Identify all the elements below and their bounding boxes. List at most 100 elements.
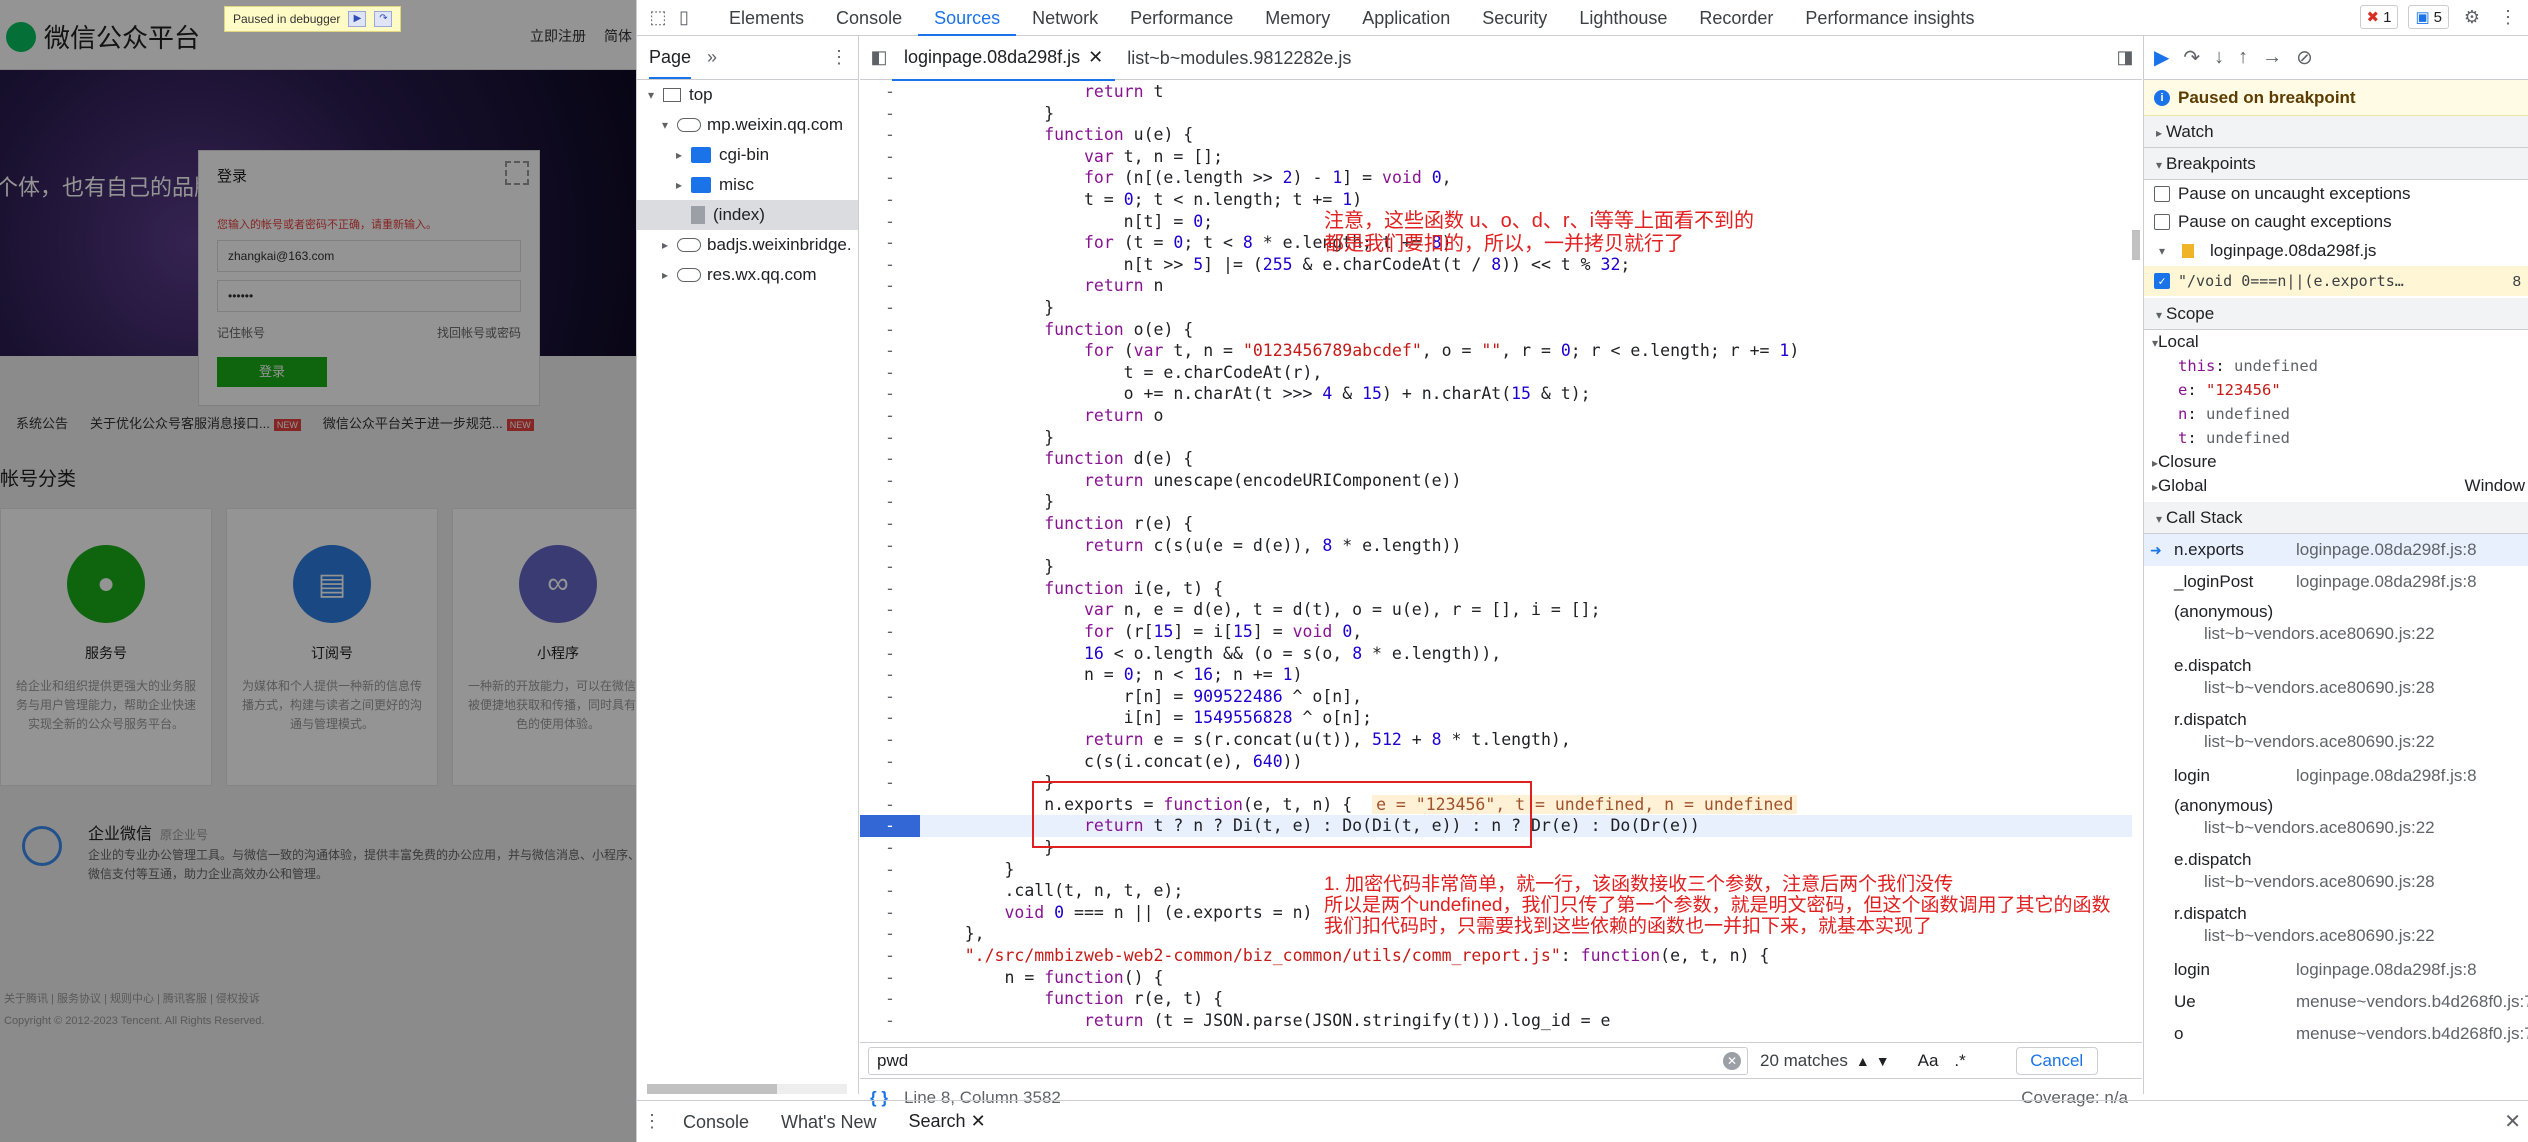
- issues-badge[interactable]: ✖ 1: [2359, 5, 2399, 29]
- register-link[interactable]: 立即注册: [530, 26, 586, 46]
- tab-memory[interactable]: Memory: [1249, 0, 1346, 36]
- code-line[interactable]: - }: [860, 297, 2132, 319]
- call-frame[interactable]: _loginPost loginpage.08da298f.js:8: [2144, 566, 2528, 598]
- tab-console[interactable]: Console: [820, 0, 918, 36]
- navigator-scrollbar[interactable]: [647, 1084, 847, 1094]
- card-service[interactable]: ● 服务号 给企业和组织提供更强大的业务服务与用户管理能力，帮助企业快速实现全新…: [0, 508, 212, 786]
- code-line[interactable]: - return t: [860, 81, 2132, 103]
- navigator-menu-icon[interactable]: ⋮: [830, 47, 848, 68]
- pause-uncaught-checkbox[interactable]: Pause on uncaught exceptions: [2144, 180, 2528, 208]
- tree-item[interactable]: ▾ mp.weixin.qq.com: [637, 110, 858, 140]
- code-line[interactable]: - return c(s(u(e = d(e)), 8 * e.length)): [860, 535, 2132, 557]
- code-view[interactable]: - return t - } - function u(e) {- var t, n…: [860, 80, 2142, 1042]
- tab-lighthouse[interactable]: Lighthouse: [1563, 0, 1683, 36]
- code-line[interactable]: - "./src/mmbizweb-web2-common/biz_common…: [860, 945, 2132, 967]
- scope-variable[interactable]: n: undefined: [2144, 402, 2528, 426]
- step-out-icon[interactable]: ↑: [2238, 46, 2248, 69]
- call-frame[interactable]: ➜ n.exports loginpage.08da298f.js:8: [2144, 534, 2528, 566]
- footer-links[interactable]: 关于腾讯 | 服务协议 | 规则中心 | 腾讯客服 | 侵权投诉: [4, 988, 264, 1010]
- pause-caught-checkbox[interactable]: Pause on caught exceptions: [2144, 208, 2528, 236]
- tree-item[interactable]: ▸ cgi-bin: [637, 140, 858, 170]
- next-match-icon[interactable]: ▼: [1876, 1053, 1890, 1069]
- breakpoints-section[interactable]: ▾ Breakpoints: [2144, 148, 2528, 180]
- tree-item[interactable]: ▸ badjs.weixinbridge.: [637, 230, 858, 260]
- code-line[interactable]: - return n: [860, 275, 2132, 297]
- tab-page[interactable]: Page: [649, 37, 692, 79]
- search-input[interactable]: pwd ✕: [868, 1046, 1748, 1075]
- scope-variable[interactable]: t: undefined: [2144, 426, 2528, 450]
- account-field[interactable]: zhangkai@163.com: [217, 240, 521, 272]
- call-frame[interactable]: e.dispatch list~b~vendors.ace80690.js:28: [2144, 652, 2528, 706]
- code-line[interactable]: - }: [860, 427, 2132, 449]
- code-line[interactable]: - c(s(i.concat(e), 640)): [860, 751, 2132, 773]
- code-line[interactable]: - function u(e) {: [860, 124, 2132, 146]
- login-button[interactable]: 登录: [217, 357, 327, 387]
- card-miniprogram[interactable]: ∞ 小程序 一种新的开放能力，可以在微信内被便捷地获取和传播，同时具有出色的使用…: [452, 508, 636, 786]
- code-line[interactable]: - function i(e, t) {: [860, 578, 2132, 600]
- regex-toggle[interactable]: .*: [1954, 1051, 1965, 1071]
- messages-badge[interactable]: ▣ 5: [2408, 5, 2449, 29]
- code-line[interactable]: - t = e.charCodeAt(r),: [860, 362, 2132, 384]
- call-frame[interactable]: r.dispatch list~b~vendors.ace80690.js:22: [2144, 900, 2528, 954]
- code-line[interactable]: - i[n] = 1549556828 ^ o[n];: [860, 707, 2132, 729]
- step-over-icon[interactable]: ↷: [374, 11, 393, 27]
- code-line[interactable]: - return o: [860, 405, 2132, 427]
- code-line[interactable]: - r[n] = 909522486 ^ o[n],: [860, 686, 2132, 708]
- settings-gear-icon[interactable]: ⚙: [2459, 4, 2485, 30]
- step-into-icon[interactable]: ↓: [2214, 46, 2224, 69]
- call-frame[interactable]: e.dispatch list~b~vendors.ace80690.js:28: [2144, 846, 2528, 900]
- call-frame[interactable]: o menuse~vendors.b4d268f0.js:7: [2144, 1018, 2528, 1050]
- code-line[interactable]: - n = function() {: [860, 967, 2132, 989]
- device-toolbar-icon[interactable]: ▯: [671, 5, 697, 31]
- tab-performance-insights[interactable]: Performance insights: [1789, 0, 1990, 36]
- scope-variable[interactable]: e: "123456": [2144, 378, 2528, 402]
- call-frame[interactable]: Ue menuse~vendors.b4d268f0.js:7: [2144, 986, 2528, 1018]
- card-subscription[interactable]: ▤ 订阅号 为媒体和个人提供一种新的信息传播方式，构建与读者之间更好的沟通与管理…: [226, 508, 438, 786]
- cancel-search-button[interactable]: Cancel: [2015, 1046, 2098, 1075]
- code-line[interactable]: - t = 0; t < n.length; t += 1): [860, 189, 2132, 211]
- code-line[interactable]: - n = 0; n < 16; n += 1): [860, 664, 2132, 686]
- site-logo[interactable]: 微信公众平台: [6, 18, 200, 55]
- drawer-tab-search[interactable]: Search ✕: [892, 1100, 1002, 1142]
- password-field[interactable]: ••••••: [217, 280, 521, 312]
- resume-icon[interactable]: ▶: [2154, 45, 2169, 70]
- clear-search-icon[interactable]: ✕: [1723, 1051, 1741, 1070]
- remember-checkbox[interactable]: 记住帐号: [217, 324, 265, 341]
- editor-tab-list-modules[interactable]: list~b~modules.9812282e.js: [1115, 36, 1363, 80]
- toggle-debugger-icon[interactable]: ◨: [2112, 45, 2138, 71]
- tab-sources[interactable]: Sources: [918, 0, 1017, 36]
- forgot-link[interactable]: 找回帐号或密码: [437, 324, 521, 341]
- editor-tab-loginpage[interactable]: loginpage.08da298f.js ✕: [892, 35, 1116, 81]
- call-frame[interactable]: r.dispatch list~b~vendors.ace80690.js:22: [2144, 706, 2528, 760]
- scope-variable[interactable]: this: undefined: [2144, 354, 2528, 378]
- code-line[interactable]: - function r(e) {: [860, 513, 2132, 535]
- drawer-tab-whats-new[interactable]: What's New: [765, 1101, 892, 1142]
- watch-section[interactable]: ▸ Watch: [2144, 116, 2528, 148]
- code-line[interactable]: - var n, e = d(e), t = d(t), o = u(e), r…: [860, 599, 2132, 621]
- code-line[interactable]: - for (var t, n = "0123456789abcdef", o …: [860, 340, 2132, 362]
- code-line[interactable]: - function o(e) {: [860, 319, 2132, 341]
- code-line[interactable]: - var t, n = [];: [860, 146, 2132, 168]
- call-stack-section[interactable]: ▾ Call Stack: [2144, 502, 2528, 534]
- step-icon[interactable]: →: [2262, 46, 2282, 69]
- code-line[interactable]: - return (t = JSON.parse(JSON.stringify(…: [860, 1010, 2132, 1032]
- code-line[interactable]: - 16 < o.length && (o = s(o, 8 * e.lengt…: [860, 643, 2132, 665]
- tab-elements[interactable]: Elements: [713, 0, 820, 36]
- code-line[interactable]: - return e = s(r.concat(u(t)), 512 + 8 *…: [860, 729, 2132, 751]
- code-line[interactable]: - for (n[(e.length >> 2) - 1] = void 0,: [860, 167, 2132, 189]
- tab-security[interactable]: Security: [1466, 0, 1563, 36]
- more-menu-icon[interactable]: ⋮: [2495, 4, 2521, 30]
- code-line[interactable]: - o += n.charAt(t >>> 4 & 15) + n.charAt…: [860, 383, 2132, 405]
- global-scope[interactable]: ▸Global Window: [2144, 474, 2528, 498]
- scope-section[interactable]: ▾ Scope: [2144, 298, 2528, 330]
- call-frame[interactable]: login loginpage.08da298f.js:8: [2144, 954, 2528, 986]
- tree-item[interactable]: ▾ top: [637, 80, 858, 110]
- code-line[interactable]: - function d(e) {: [860, 448, 2132, 470]
- language-link[interactable]: 简体: [604, 26, 632, 46]
- drawer-menu-icon[interactable]: ⋮: [637, 1111, 667, 1132]
- tree-item[interactable]: (index): [637, 200, 858, 230]
- more-tabs-icon[interactable]: »: [707, 47, 717, 68]
- code-line[interactable]: - for (r[15] = i[15] = void 0,: [860, 621, 2132, 643]
- code-line[interactable]: - }: [860, 556, 2132, 578]
- code-line[interactable]: - n[t >> 5] |= (255 & e.charCodeAt(t / 8…: [860, 254, 2132, 276]
